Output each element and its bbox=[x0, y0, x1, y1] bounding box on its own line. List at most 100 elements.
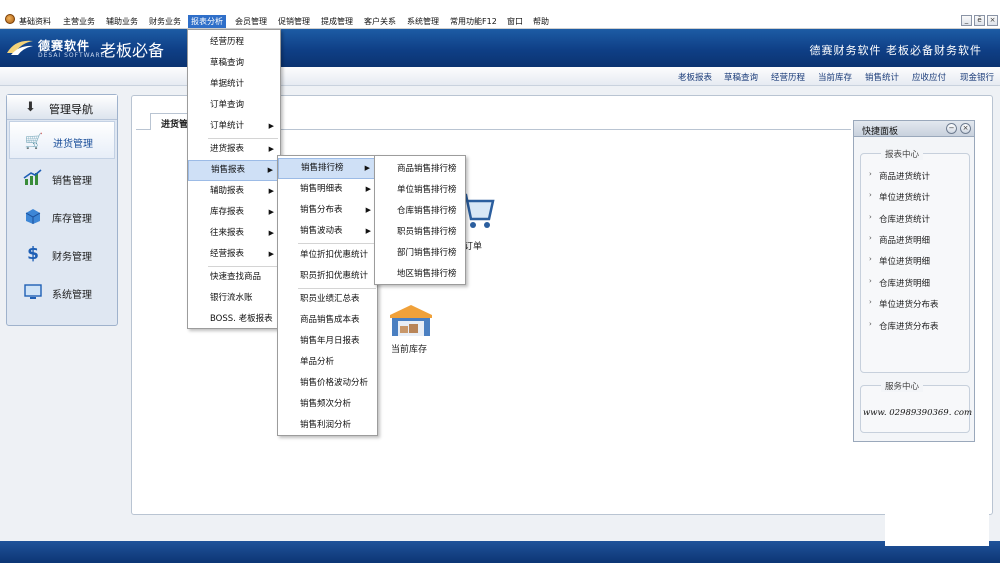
tile-stock-label[interactable]: 当前库存 bbox=[391, 342, 427, 355]
menu-item-sales-ranking[interactable]: 销售排行榜 ▶ bbox=[278, 158, 377, 179]
menu-item-draft-query[interactable]: 草稿查询 bbox=[188, 53, 280, 74]
menu-item-account-reports[interactable]: 往来报表 ▶ bbox=[188, 223, 280, 244]
menu-system[interactable]: 系统管理 bbox=[404, 15, 442, 28]
nav-item-system[interactable]: 系统管理 bbox=[9, 273, 115, 311]
restore-button[interactable]: ē bbox=[974, 15, 985, 26]
report-item-label: 商品进货明细 bbox=[879, 236, 931, 246]
menu-item-unit-ranking[interactable]: 单位销售排行榜 bbox=[375, 180, 465, 201]
report-item-label: 单位进货统计 bbox=[879, 193, 931, 203]
menu-item-label: 库存报表 bbox=[210, 207, 245, 217]
report-item[interactable]: › 商品进货明细 bbox=[869, 234, 931, 246]
menu-commission[interactable]: 提成管理 bbox=[318, 15, 356, 28]
menu-item-unit-discount-stats[interactable]: 单位折扣优惠统计 bbox=[278, 245, 377, 266]
menu-item-sales-profit[interactable]: 销售利润分析 bbox=[278, 415, 377, 436]
report-item[interactable]: › 仓库进货明细 bbox=[869, 277, 930, 289]
menu-item-business-history[interactable]: 经营历程 bbox=[188, 32, 280, 53]
quick-link-business-history[interactable]: 经营历程 bbox=[771, 71, 805, 83]
report-item[interactable]: › 单位进货明细 bbox=[869, 255, 930, 267]
menu-item-purchase-reports[interactable]: 进货报表 ▶ bbox=[188, 139, 280, 160]
tile-order-label[interactable]: 订单 bbox=[464, 239, 482, 252]
menu-item-sales-fluctuation[interactable]: 销售波动表 ▶ bbox=[278, 221, 377, 242]
menu-item-boss-report[interactable]: BOSS. 老板报表 bbox=[188, 309, 280, 330]
menu-window[interactable]: 窗口 bbox=[504, 15, 526, 28]
report-item-label: 仓库进货统计 bbox=[879, 215, 931, 225]
nav-header: ⬇ 管理导航 bbox=[7, 95, 117, 120]
menu-item-sales-frequency[interactable]: 销售频次分析 bbox=[278, 394, 377, 415]
tab-purchase[interactable]: 进货管理 bbox=[150, 113, 192, 130]
menu-item-product-sales-cost[interactable]: 商品销售成本表 bbox=[278, 310, 377, 331]
menu-item-price-fluctuation[interactable]: 销售价格波动分析 bbox=[278, 373, 377, 394]
bullet-arrow-icon: › bbox=[869, 234, 872, 242]
report-item[interactable]: › 单位进货统计 bbox=[869, 191, 931, 203]
menu-item-staff-performance[interactable]: 职员业绩汇总表 bbox=[278, 289, 377, 310]
nav-item-purchase[interactable]: 🛒 进货管理 bbox=[9, 121, 115, 159]
service-url[interactable]: www. 02989390369. com bbox=[863, 408, 972, 418]
menu-item-document-stats[interactable]: 单据统计 bbox=[188, 74, 280, 95]
quick-link-receivable-payable[interactable]: 应收应付 bbox=[912, 71, 946, 83]
slogan: 德赛财务软件 老板必备财务软件 bbox=[809, 44, 982, 57]
menu-item-region-ranking[interactable]: 地区销售排行榜 bbox=[375, 264, 465, 285]
submenu-arrow-icon: ▶ bbox=[267, 166, 273, 174]
collapse-icon[interactable]: − bbox=[946, 123, 957, 134]
menu-basic-data[interactable]: 基础资料 bbox=[16, 15, 54, 28]
menu-item-label: 辅助报表 bbox=[210, 186, 245, 196]
quick-link-draft-query[interactable]: 草稿查询 bbox=[724, 71, 758, 83]
menu-item-aux-reports[interactable]: 辅助报表 ▶ bbox=[188, 181, 280, 202]
bullet-arrow-icon: › bbox=[869, 277, 872, 285]
quick-link-boss-report[interactable]: 老板报表 bbox=[678, 71, 712, 83]
menu-item-staff-ranking[interactable]: 职员销售排行榜 bbox=[375, 222, 465, 243]
bullet-arrow-icon: › bbox=[869, 213, 872, 221]
minimize-button[interactable]: _ bbox=[961, 15, 972, 26]
report-item[interactable]: › 商品进货统计 bbox=[869, 170, 930, 182]
menu-item-bank-journal[interactable]: 银行流水账 bbox=[188, 288, 280, 309]
menu-item-staff-discount-stats[interactable]: 职员折扣优惠统计 bbox=[278, 266, 377, 287]
menu-help[interactable]: 帮助 bbox=[530, 15, 552, 28]
menu-item-label: 销售明细表 bbox=[300, 184, 343, 194]
menu-customer[interactable]: 客户关系 bbox=[361, 15, 399, 28]
menu-aux-business[interactable]: 辅助业务 bbox=[103, 15, 141, 28]
nav-item-inventory[interactable]: 库存管理 bbox=[9, 197, 115, 235]
menu-item-department-ranking[interactable]: 部门销售排行榜 bbox=[375, 243, 465, 264]
menu-common-functions[interactable]: 常用功能F12 bbox=[447, 15, 500, 28]
submenu-arrow-icon: ▶ bbox=[268, 208, 274, 216]
menu-item-product-ranking[interactable]: 商品销售排行榜 bbox=[375, 159, 465, 180]
nav-item-sales[interactable]: 销售管理 bbox=[9, 159, 115, 197]
submenu-arrow-icon: ▶ bbox=[365, 185, 371, 193]
nav-item-finance[interactable]: $ 财务管理 bbox=[9, 235, 115, 273]
menu-main-business[interactable]: 主营业务 bbox=[60, 15, 98, 28]
menu-item-single-product-analysis[interactable]: 单品分析 bbox=[278, 352, 377, 373]
status-bar bbox=[0, 541, 1000, 563]
close-button[interactable]: × bbox=[987, 15, 998, 26]
report-item[interactable]: › 单位进货分布表 bbox=[869, 298, 939, 310]
menu-item-operation-reports[interactable]: 经营报表 ▶ bbox=[188, 244, 280, 265]
menu-item-sales-distribution[interactable]: 销售分布表 ▶ bbox=[278, 200, 377, 221]
menu-item-sales-detail[interactable]: 销售明细表 ▶ bbox=[278, 179, 377, 200]
bullet-arrow-icon: › bbox=[869, 191, 872, 199]
report-item[interactable]: › 仓库进货分布表 bbox=[869, 320, 939, 332]
quick-link-cash-bank[interactable]: 现金银行 bbox=[960, 71, 994, 83]
menu-finance-business[interactable]: 财务业务 bbox=[146, 15, 184, 28]
nav-list: 🛒 进货管理 销售管理 库存管理 $ 财务管理 系统管理 bbox=[9, 121, 115, 311]
menu-item-order-stats[interactable]: 订单统计 ▶ bbox=[188, 116, 280, 137]
bullet-arrow-icon: › bbox=[869, 320, 872, 328]
quick-link-current-stock[interactable]: 当前库存 bbox=[818, 71, 852, 83]
app-icon[interactable] bbox=[5, 14, 15, 24]
menu-report-analysis[interactable]: 报表分析 bbox=[188, 15, 226, 28]
blank-overlay bbox=[885, 497, 989, 546]
menu-item-quick-find-product[interactable]: 快速查找商品 bbox=[188, 267, 280, 288]
download-icon: ⬇ bbox=[25, 100, 36, 115]
menu-item-warehouse-ranking[interactable]: 仓库销售排行榜 bbox=[375, 201, 465, 222]
close-icon[interactable]: × bbox=[960, 123, 971, 134]
logo-icon bbox=[7, 40, 33, 55]
quick-link-sales-stats[interactable]: 销售统计 bbox=[865, 71, 899, 83]
menu-item-sales-period-report[interactable]: 销售年月日报表 bbox=[278, 331, 377, 352]
report-item[interactable]: › 仓库进货统计 bbox=[869, 213, 931, 225]
menu-member[interactable]: 会员管理 bbox=[232, 15, 270, 28]
menu-item-sales-reports[interactable]: 销售报表 ▶ bbox=[188, 160, 280, 181]
menu-item-inventory-reports[interactable]: 库存报表 ▶ bbox=[188, 202, 280, 223]
warehouse-icon[interactable] bbox=[388, 303, 434, 337]
menu-item-order-query[interactable]: 订单查询 bbox=[188, 95, 280, 116]
window-controls: _ ē × bbox=[961, 15, 998, 26]
quick-link-bar: 老板报表 草稿查询 经营历程 当前库存 销售统计 应收应付 现金银行 bbox=[0, 67, 1000, 86]
menu-promotion[interactable]: 促销管理 bbox=[275, 15, 313, 28]
